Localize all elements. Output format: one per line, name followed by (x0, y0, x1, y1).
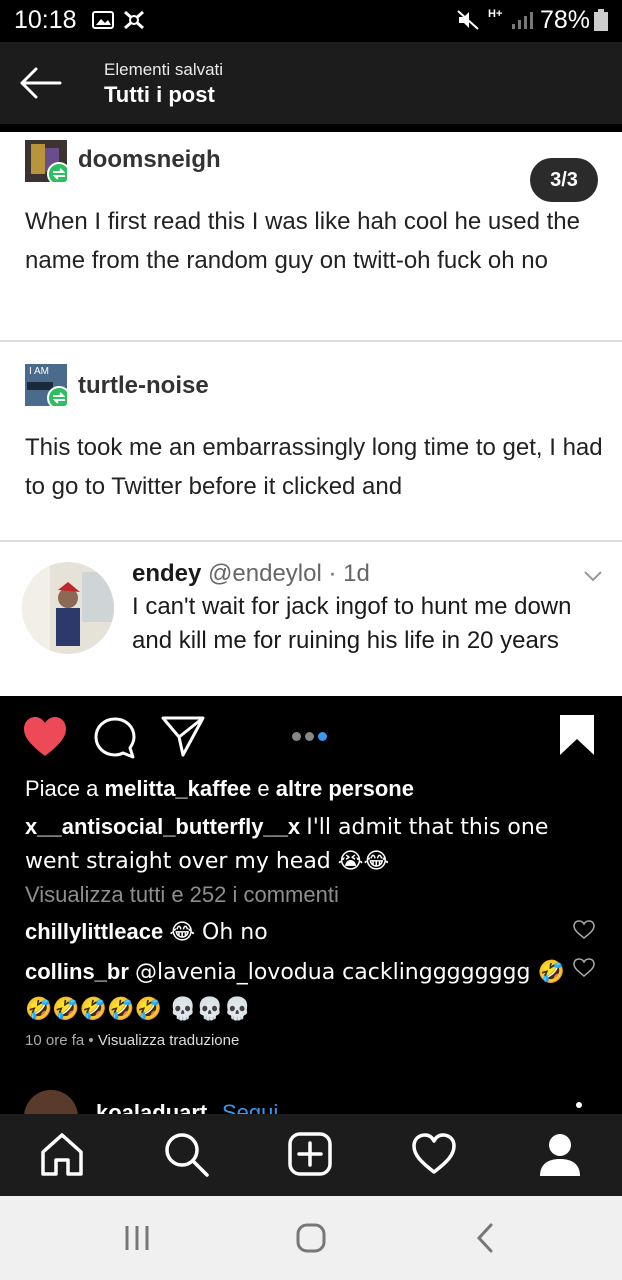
carousel-indicator (292, 728, 331, 746)
back-button-icon[interactable] (466, 1220, 506, 1256)
app-notification-icon (124, 10, 144, 30)
android-system-nav (0, 1196, 622, 1280)
tumblr-reblog-block: I AM turtle-noise This took me an embarr… (0, 342, 622, 540)
tumblr-username: turtle-noise (78, 372, 209, 399)
tumblr-username: doomsneigh (78, 146, 221, 173)
recent-apps-icon[interactable] (117, 1220, 157, 1256)
gallery-icon (92, 11, 114, 29)
status-bar: 10:18 H+ 78% (0, 0, 622, 42)
signal-icon (512, 12, 533, 29)
new-post-icon[interactable] (286, 1130, 334, 1178)
likes-prefix: Piace a (25, 776, 99, 801)
saved-header: Elementi salvati Tutti i post (0, 42, 622, 124)
carousel-dot (292, 732, 301, 741)
profile-icon[interactable] (536, 1130, 584, 1178)
likes-others-link[interactable]: altre persone (276, 776, 414, 801)
likes-user-link[interactable]: melitta_kaffee (105, 776, 252, 801)
comment-like-icon[interactable] (573, 958, 595, 978)
comment-text: 😂 Oh no (169, 920, 268, 945)
tweet-author-name: endey (132, 560, 202, 587)
tweet-avatar (22, 562, 114, 654)
mute-icon (457, 10, 479, 30)
view-all-comments-link[interactable]: Visualizza tutti e 252 i commenti (25, 882, 339, 908)
more-options-icon[interactable] (576, 1102, 582, 1108)
status-time: 10:18 (14, 6, 77, 34)
chevron-down-icon (584, 571, 602, 582)
post-caption: x__antisocial_butterfly__x I'll admit th… (25, 810, 605, 878)
bottom-navigation (0, 1114, 622, 1196)
meta-separator: • (88, 1032, 94, 1049)
tumblr-post-text: When I first read this I was like hah co… (25, 208, 580, 274)
tumblr-reblog-block: doomsneigh When I first read this I was … (0, 132, 622, 340)
carousel-counter-badge: 3/3 (530, 158, 598, 202)
comment-username[interactable]: chillylittleace (25, 919, 163, 944)
page-title: Tutti i post (104, 82, 215, 107)
translate-link[interactable]: Visualizza traduzione (98, 1032, 239, 1049)
share-icon[interactable] (160, 714, 206, 758)
header-subtitle: Elementi salvati (104, 60, 224, 79)
network-type-label: H+ (488, 8, 503, 20)
search-icon[interactable] (162, 1130, 210, 1178)
likes-line: Piace a melitta_kaffee e altre persone (25, 776, 414, 802)
home-button-icon[interactable] (291, 1220, 331, 1256)
comment-username[interactable]: collins_br (25, 959, 129, 984)
activity-heart-icon[interactable] (410, 1130, 458, 1178)
tweet-header: endey @endeylol · 1d (132, 560, 370, 588)
comment-like-icon[interactable] (573, 920, 595, 940)
doomsneigh-avatar (25, 140, 67, 182)
comment-row: collins_br @lavenia_lovodua cacklinggggg… (25, 954, 565, 1028)
divider (0, 540, 622, 542)
repost-badge-icon (27, 382, 67, 406)
post-image[interactable]: doomsneigh When I first read this I was … (0, 132, 622, 696)
comment-row: chillylittleace 😂 Oh no (25, 914, 565, 951)
caption-username[interactable]: x__antisocial_butterfly__x (25, 814, 300, 839)
carousel-dot-active (318, 732, 327, 741)
battery-percent: 78% (540, 6, 591, 34)
comment-icon[interactable] (93, 716, 137, 760)
tweet-text: I can't wait for jack ingof to hunt me d… (132, 593, 572, 654)
carousel-dot (305, 732, 314, 741)
like-heart-icon[interactable] (22, 716, 68, 758)
tumblr-post-text: This took me an embarrassingly long time… (25, 434, 603, 500)
tweet-handle: @endeylol (208, 560, 322, 587)
post-time: 10 ore fa (25, 1032, 85, 1049)
back-arrow-icon[interactable] (16, 60, 66, 106)
home-icon[interactable] (38, 1130, 86, 1178)
tweet-time: · 1d (328, 560, 370, 587)
battery-icon (594, 9, 608, 31)
post-meta: 10 ore fa • Visualizza traduzione (25, 1032, 239, 1049)
bookmark-saved-icon[interactable] (558, 714, 596, 756)
likes-middle: e (257, 776, 270, 801)
turtle-noise-avatar: I AM (25, 364, 67, 406)
